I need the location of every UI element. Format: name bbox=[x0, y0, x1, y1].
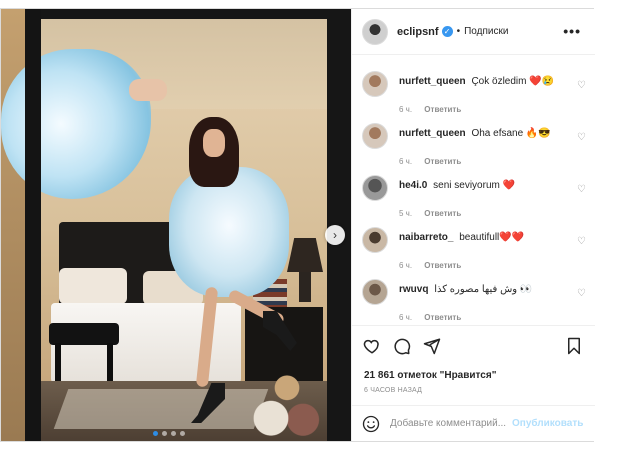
add-comment-bar: Опубликовать bbox=[352, 405, 595, 441]
reply-button[interactable]: Ответить bbox=[424, 313, 461, 322]
comment-time: 5 ч. bbox=[399, 209, 413, 218]
comment-item: naibarreto_ beautifull❤️❤️ 6 ч. Ответить… bbox=[362, 227, 590, 277]
bookmark-icon[interactable] bbox=[565, 337, 583, 355]
post-side-panel: eclipsnf ✓ • Подписки ••• nurfett_queen … bbox=[351, 9, 595, 441]
comment-username[interactable]: nurfett_queen bbox=[399, 76, 466, 87]
comment-time: 6 ч. bbox=[399, 313, 413, 322]
likes-count[interactable]: 21 861 отметок "Нравится" bbox=[364, 370, 496, 381]
comment-username[interactable]: rwuvq bbox=[399, 284, 428, 295]
post-actions: 21 861 отметок "Нравится" 6 ЧАСОВ НАЗАД bbox=[352, 325, 595, 397]
comment-meta: 6 ч. Ответить bbox=[399, 105, 461, 114]
reply-button[interactable]: Ответить bbox=[424, 261, 461, 270]
reply-button[interactable]: Ответить bbox=[424, 209, 461, 218]
mirror-frame-left bbox=[25, 9, 41, 441]
heart-outline-icon[interactable]: ♡ bbox=[577, 132, 586, 143]
pillow bbox=[59, 268, 127, 304]
commenter-avatar[interactable] bbox=[362, 175, 388, 201]
carousel-dot bbox=[162, 431, 167, 436]
comment-meta: 6 ч. Ответить bbox=[399, 313, 461, 322]
comments-list: nurfett_queen Çok özledim ❤️😢 6 ч. Ответ… bbox=[352, 55, 595, 325]
comment-body: seni seviyorum ❤️ bbox=[433, 180, 516, 191]
carousel-dots bbox=[153, 431, 185, 436]
comment-body: وش فيها مصوره كذا 👀 bbox=[434, 284, 533, 295]
post-header: eclipsnf ✓ • Подписки ••• bbox=[352, 9, 595, 55]
comment-body: Oha efsane 🔥😎 bbox=[471, 128, 551, 139]
carousel-dot bbox=[180, 431, 185, 436]
heart-outline-icon[interactable]: ♡ bbox=[577, 184, 586, 195]
more-options-icon[interactable]: ••• bbox=[563, 23, 581, 39]
comment-text-line: rwuvq وش فيها مصوره كذا 👀 bbox=[399, 284, 532, 295]
comment-text-line: he4i.0 seni seviyorum ❤️ bbox=[399, 180, 515, 191]
following-button[interactable]: Подписки bbox=[464, 26, 508, 37]
comment-time: 6 ч. bbox=[399, 105, 413, 114]
action-buttons bbox=[363, 337, 441, 355]
comment-text-line: naibarreto_ beautifull❤️❤️ bbox=[399, 232, 524, 243]
commenter-avatar[interactable] bbox=[362, 123, 388, 149]
share-plane-icon[interactable] bbox=[423, 337, 441, 355]
comment-body: Çok özledim ❤️😢 bbox=[471, 76, 555, 87]
verified-badge-icon: ✓ bbox=[441, 26, 453, 37]
commenter-avatar[interactable] bbox=[362, 279, 388, 305]
chevron-right-icon: › bbox=[333, 228, 337, 242]
comment-input[interactable] bbox=[390, 418, 508, 429]
comment-item: he4i.0 seni seviyorum ❤️ 5 ч. Ответить ♡ bbox=[362, 175, 590, 225]
face bbox=[203, 129, 225, 157]
comment-meta: 5 ч. Ответить bbox=[399, 209, 461, 218]
carousel-dot bbox=[171, 431, 176, 436]
plush-toys bbox=[247, 365, 327, 441]
comment-time: 6 ч. bbox=[399, 157, 413, 166]
header-separator: • bbox=[456, 26, 461, 37]
heart-outline-icon[interactable]: ♡ bbox=[577, 236, 586, 247]
heart-outline-icon[interactable]: ♡ bbox=[577, 80, 586, 91]
rug-pattern bbox=[53, 389, 269, 429]
bench bbox=[49, 323, 119, 345]
comment-bubble-icon[interactable] bbox=[393, 337, 411, 355]
author-username[interactable]: eclipsnf bbox=[397, 26, 439, 38]
post-frame: › eclipsnf ✓ • Подписки ••• nurfett_quee… bbox=[0, 8, 595, 442]
comment-meta: 6 ч. Ответить bbox=[399, 261, 461, 270]
smile-emoji-icon[interactable] bbox=[362, 415, 380, 433]
comment-item: nurfett_queen Oha efsane 🔥😎 6 ч. Ответит… bbox=[362, 123, 590, 173]
comment-text-line: nurfett_queen Oha efsane 🔥😎 bbox=[399, 128, 551, 139]
author-avatar[interactable] bbox=[362, 18, 388, 45]
comment-meta: 6 ч. Ответить bbox=[399, 157, 461, 166]
post-timestamp: 6 ЧАСОВ НАЗАД bbox=[364, 387, 423, 394]
comment-time: 6 ч. bbox=[399, 261, 413, 270]
comment-body: beautifull❤️❤️ bbox=[459, 232, 525, 243]
publish-button[interactable]: Опубликовать bbox=[512, 418, 583, 429]
post-photo[interactable]: › bbox=[1, 9, 351, 441]
comment-username[interactable]: he4i.0 bbox=[399, 180, 427, 191]
comment-username[interactable]: naibarreto_ bbox=[399, 232, 453, 243]
comment-text-line: nurfett_queen Çok özledim ❤️😢 bbox=[399, 76, 554, 87]
feather-dress bbox=[169, 167, 289, 297]
lamp-base bbox=[299, 272, 311, 302]
commenter-avatar[interactable] bbox=[362, 227, 388, 253]
hand bbox=[129, 79, 167, 101]
comment-item: nurfett_queen Çok özledim ❤️😢 6 ч. Ответ… bbox=[362, 71, 590, 121]
heart-outline-icon[interactable]: ♡ bbox=[577, 288, 586, 299]
commenter-avatar[interactable] bbox=[362, 71, 388, 97]
reply-button[interactable]: Ответить bbox=[424, 157, 461, 166]
heart-icon[interactable] bbox=[363, 337, 381, 355]
carousel-next-button[interactable]: › bbox=[325, 225, 345, 245]
carousel-dot bbox=[153, 431, 158, 436]
comment-item: rwuvq وش فيها مصوره كذا 👀 6 ч. Ответить … bbox=[362, 279, 590, 329]
reply-button[interactable]: Ответить bbox=[424, 105, 461, 114]
mirror-frame-top bbox=[25, 9, 351, 19]
comment-username[interactable]: nurfett_queen bbox=[399, 128, 466, 139]
